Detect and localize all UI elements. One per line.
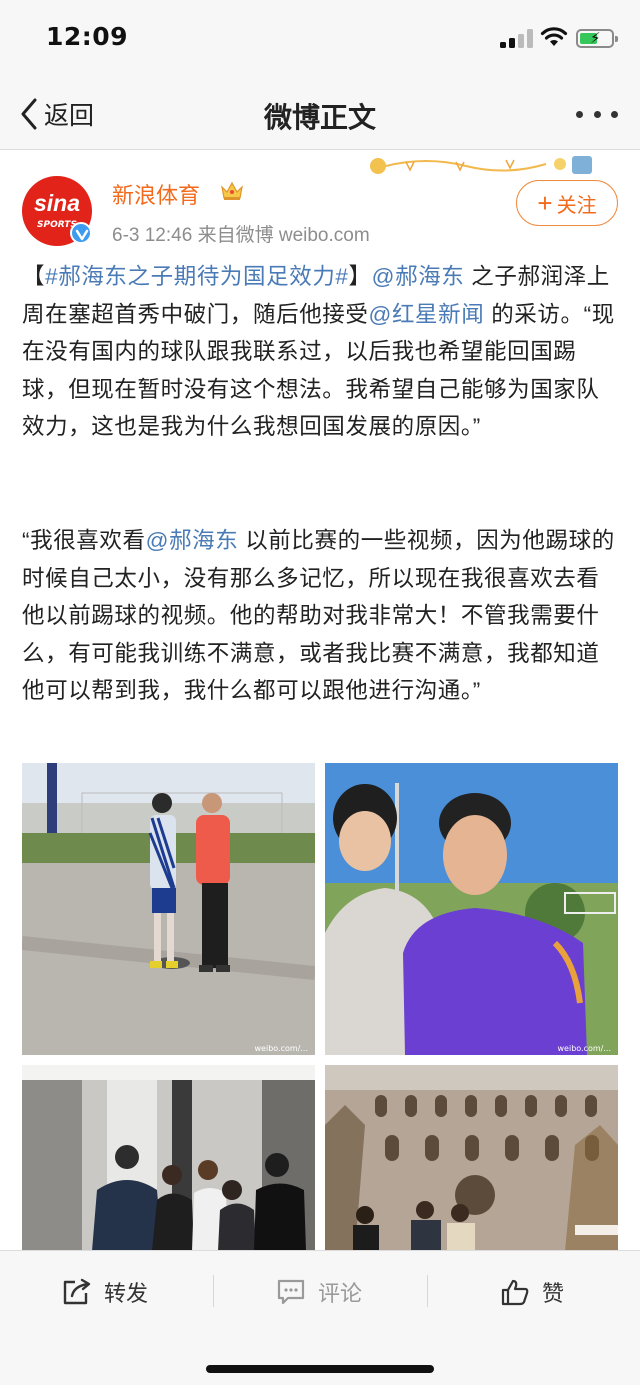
comment-icon [277, 1279, 305, 1305]
toolbar-divider [213, 1275, 214, 1307]
post-card: sina SPORTS 新浪体育 6-3 12:46 来自微博 weibo.co… [0, 150, 640, 1250]
navigation-bar: 返回 微博正文 [0, 78, 640, 150]
mention-link[interactable]: @郝海东 [372, 264, 465, 289]
share-icon [63, 1278, 91, 1305]
more-dots-icon[interactable] [576, 108, 618, 120]
crown-icon [221, 181, 243, 200]
topic-link[interactable]: #郝海东之子期待为国足效力# [45, 264, 348, 289]
para1-seg: 】 [348, 264, 372, 289]
battery-charging-icon: ⚡ [576, 29, 618, 48]
verified-badge-icon [70, 222, 92, 244]
para1-seg: 【 [22, 264, 46, 289]
mention-link[interactable]: @红星新闻 [369, 302, 485, 327]
plus-icon: + [537, 188, 553, 218]
like-label: 赞 [542, 1281, 565, 1306]
follow-button[interactable]: + 关注 [516, 180, 618, 226]
photo-watermark: weibo.com/... [558, 1044, 611, 1053]
repost-label: 转发 [104, 1281, 149, 1306]
repost-button[interactable]: 转发 [62, 1273, 148, 1311]
follow-label: 关注 [556, 194, 597, 217]
decoration-banner [370, 156, 592, 174]
like-button[interactable]: 赞 [500, 1273, 564, 1311]
toolbar-divider [427, 1275, 428, 1307]
para2-seg: 以前比赛的一些视频，因为他踢球的时候自己太小，没有那么多记忆，所以现在我很喜欢去… [22, 528, 615, 703]
status-bar: 12:09 ⚡ [0, 0, 640, 78]
photo-father-son[interactable]: weibo.com/... [325, 763, 618, 1055]
comment-button[interactable]: 评论 [276, 1273, 362, 1311]
post-meta: 6-3 12:46 来自微博 weibo.com [112, 225, 370, 246]
cellular-signal-icon [500, 28, 534, 48]
bottom-toolbar: 转发 评论 赞 [0, 1250, 640, 1385]
photo-watermark: weibo.com/... [255, 1044, 308, 1053]
comment-label: 评论 [318, 1281, 363, 1306]
page-title: 微博正文 [263, 102, 376, 133]
avatar-logo-text: sina [33, 190, 81, 216]
author-name[interactable]: 新浪体育 [112, 178, 200, 210]
mention-link[interactable]: @郝海东 [146, 528, 239, 553]
photo-bullring-group[interactable] [325, 1065, 618, 1250]
home-indicator[interactable] [206, 1365, 434, 1373]
para2-seg: “我很喜欢看 [22, 528, 146, 553]
post-paragraph-2: “我很喜欢看@郝海东 以前比赛的一些视频，因为他踢球的时候自己太小，没有那么多记… [22, 522, 620, 710]
photo-elevator-group[interactable] [22, 1065, 315, 1250]
wifi-icon [540, 26, 568, 48]
post-paragraph-1: 【#郝海东之子期待为国足效力#】@郝海东 之子郝润泽上周在塞超首秀中破门，随后他… [22, 258, 620, 446]
status-time: 12:09 [46, 22, 129, 51]
thumbs-up-icon [501, 1279, 529, 1306]
photo-training-pitch[interactable]: weibo.com/... [22, 763, 315, 1055]
